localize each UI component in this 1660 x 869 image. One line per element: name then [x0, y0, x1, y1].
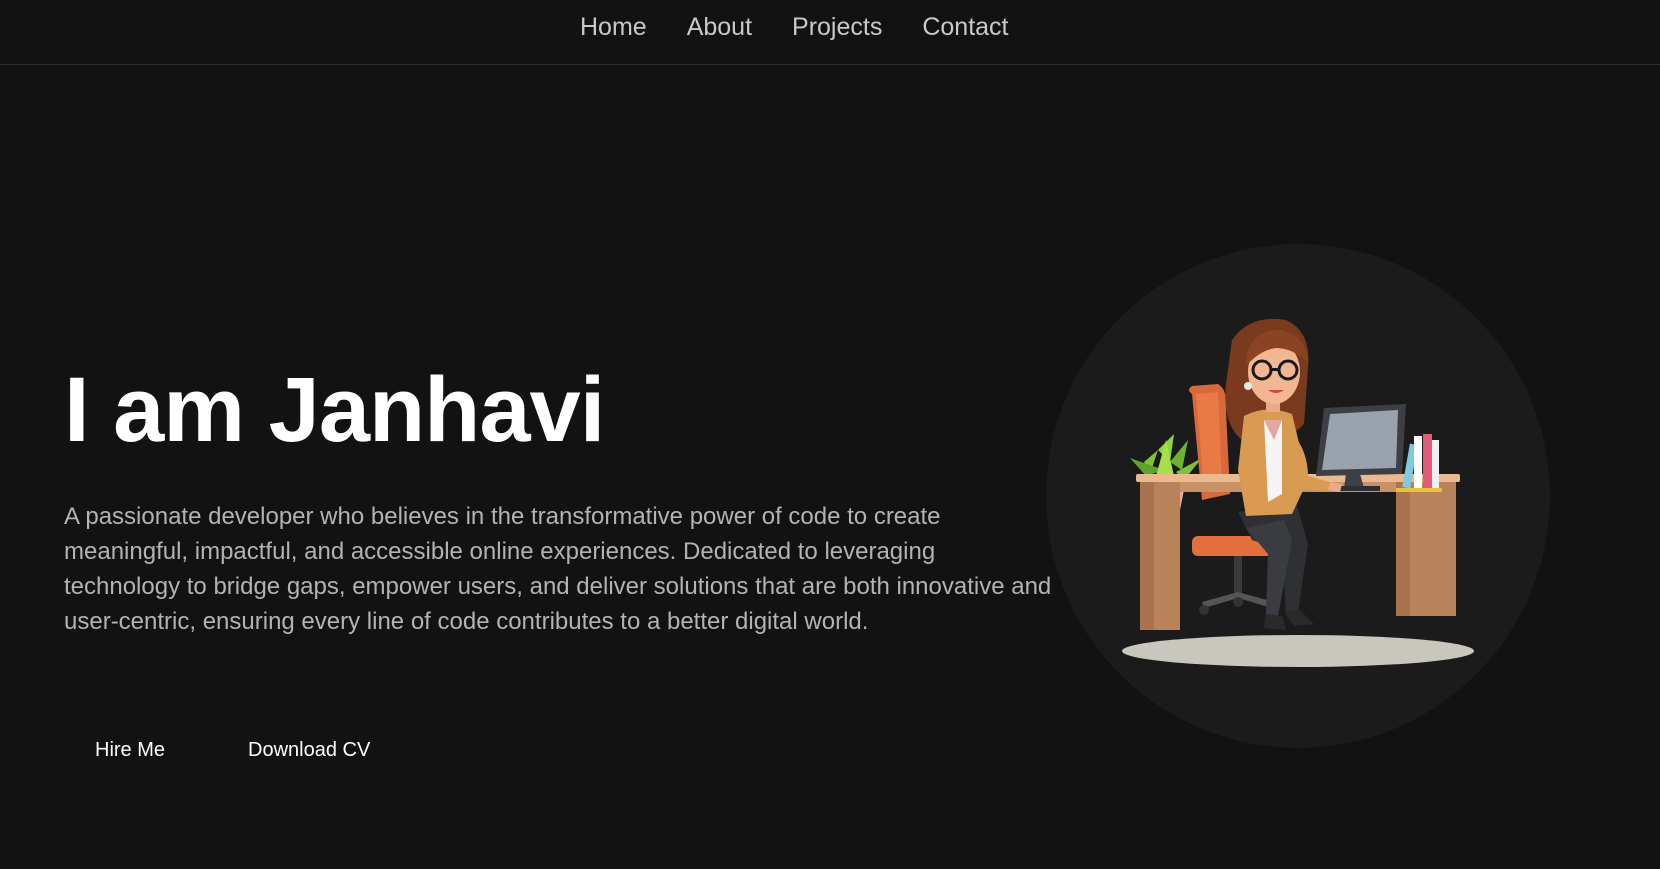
top-navigation: Home About Projects Contact — [0, 0, 1660, 65]
developer-at-desk-illustration — [1046, 244, 1550, 748]
hero-illustration — [1046, 244, 1550, 748]
nav-contact-link[interactable]: Contact — [922, 10, 1008, 45]
hero-description: A passionate developer who believes in t… — [64, 503, 1052, 635]
nav-about-link[interactable]: About — [687, 10, 752, 45]
hero-title: I am Janhavi — [64, 359, 605, 461]
floor-shadow — [1122, 635, 1474, 667]
download-cv-button[interactable]: Download CV — [248, 733, 370, 767]
nav-projects-link[interactable]: Projects — [792, 10, 882, 45]
hire-me-button[interactable]: Hire Me — [95, 733, 165, 767]
nav-home-link[interactable]: Home — [580, 10, 647, 45]
nav-links: Home About Projects Contact — [580, 10, 1009, 45]
